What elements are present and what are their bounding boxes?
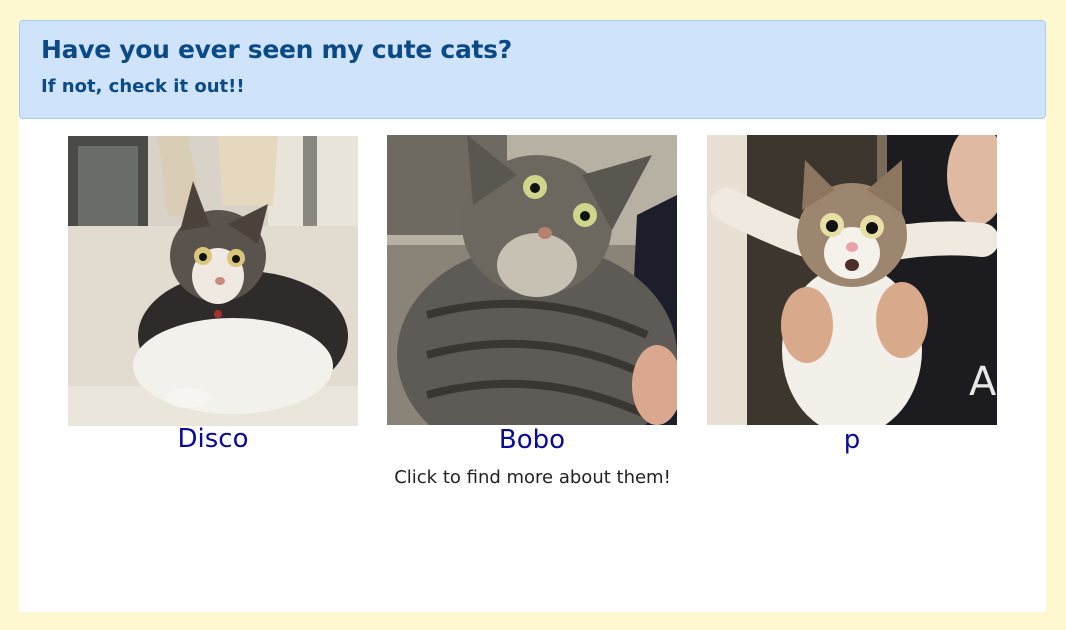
cat-card-p[interactable]: AM p bbox=[707, 135, 997, 465]
cat-name[interactable]: Disco bbox=[68, 424, 358, 454]
cat-photo-p[interactable]: AM bbox=[707, 135, 997, 425]
cat-photo-disco[interactable] bbox=[68, 136, 358, 426]
cat-name[interactable]: Bobo bbox=[387, 425, 677, 455]
click-hint: Click to find more about them! bbox=[394, 467, 671, 488]
header-banner: Have you ever seen my cute cats? If not,… bbox=[19, 20, 1046, 119]
main-panel: Have you ever seen my cute cats? If not,… bbox=[19, 20, 1046, 612]
cat-name[interactable]: p bbox=[707, 425, 997, 455]
svg-text:AM: AM bbox=[969, 359, 997, 405]
cat-card-disco[interactable]: Disco bbox=[68, 136, 358, 466]
page-title: Have you ever seen my cute cats? bbox=[41, 35, 512, 64]
cat-photo-bobo[interactable] bbox=[387, 135, 677, 425]
page-subtitle: If not, check it out!! bbox=[41, 76, 245, 97]
cat-card-bobo[interactable]: Bobo bbox=[387, 135, 677, 465]
